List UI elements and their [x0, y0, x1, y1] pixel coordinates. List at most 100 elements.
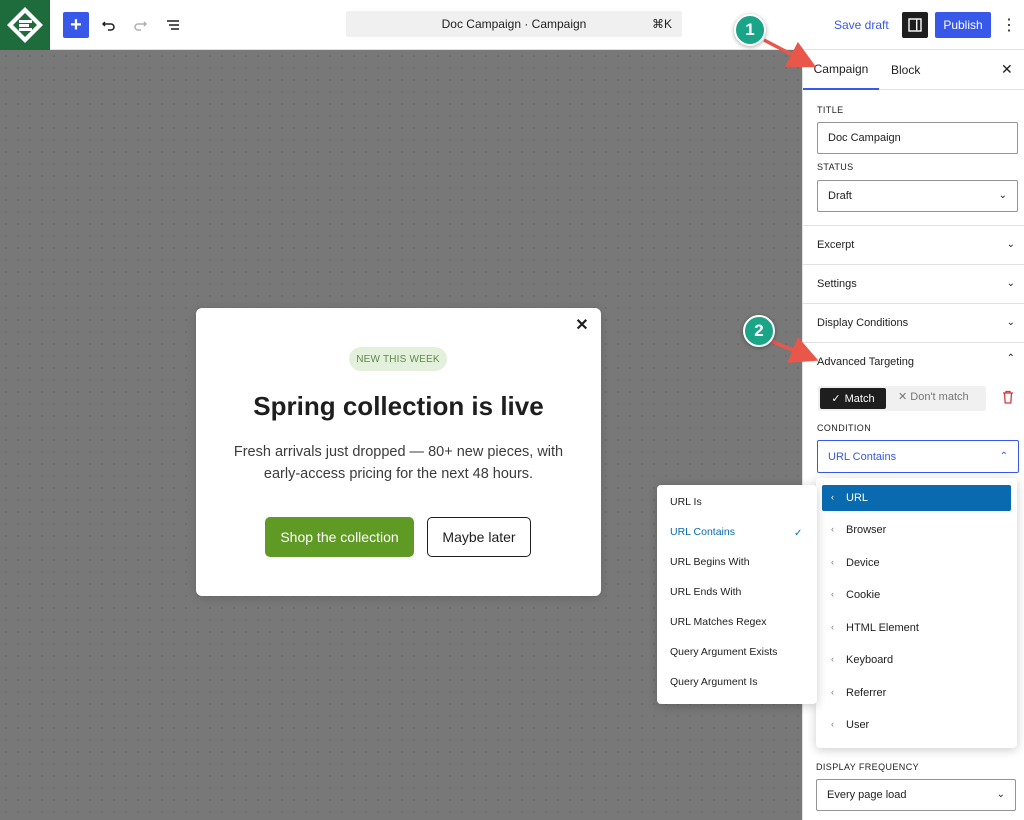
category-label: URL: [846, 492, 869, 504]
popup-badge: NEW THIS WEEK: [349, 347, 447, 371]
chevron-left-icon: ‹: [831, 654, 834, 664]
section-advanced-targeting[interactable]: Advanced Targeting ⌃: [803, 342, 1024, 381]
trash-icon: [1003, 390, 1013, 404]
check-icon: ✓: [794, 528, 803, 539]
section-label: Excerpt: [817, 239, 855, 251]
category-label: Device: [846, 557, 880, 569]
plus-icon: +: [70, 13, 82, 36]
chevron-left-icon: ‹: [831, 687, 834, 697]
section-display-conditions[interactable]: Display Conditions ⌄: [803, 303, 1024, 342]
undo-button[interactable]: [96, 12, 122, 38]
category-referrer[interactable]: ‹ Referrer: [822, 680, 1011, 706]
title-input[interactable]: Doc Campaign: [817, 122, 1018, 154]
dont-match-label: Don't match: [910, 391, 969, 403]
chevron-left-icon: ‹: [831, 524, 834, 534]
category-device[interactable]: ‹ Device: [822, 550, 1011, 576]
save-draft-button[interactable]: Save draft: [826, 12, 897, 38]
close-sidebar-button[interactable]: ✕: [1001, 61, 1013, 78]
popup-close-button[interactable]: ✕: [573, 316, 591, 334]
category-label: Keyboard: [846, 654, 894, 666]
shortcut-hint: ⌘K: [651, 17, 672, 31]
sidebar-icon: [908, 18, 922, 32]
match-label: Match: [844, 392, 875, 405]
status-label: STATUS: [817, 162, 854, 172]
sidebar-tabs: Campaign Block ✕: [803, 50, 1024, 90]
chevron-down-icon: ⌄: [1006, 278, 1015, 289]
condition-query-argument-exists[interactable]: Query Argument Exists: [670, 646, 777, 658]
category-label: Referrer: [846, 687, 887, 699]
document-overview-button[interactable]: [160, 12, 186, 38]
url-condition-submenu: URL Is URL Contains ✓ URL Begins With UR…: [657, 485, 817, 704]
category-html-element[interactable]: ‹ HTML Element: [822, 615, 1011, 641]
category-cookie[interactable]: ‹ Cookie: [822, 582, 1011, 608]
close-icon: ✕: [1001, 61, 1013, 77]
display-frequency-label: DISPLAY FREQUENCY: [816, 762, 919, 772]
section-label: Display Conditions: [817, 317, 909, 329]
category-user[interactable]: ‹ User: [822, 712, 1011, 738]
redo-button[interactable]: [127, 12, 153, 38]
category-keyboard[interactable]: ‹ Keyboard: [822, 647, 1011, 673]
chevron-left-icon: ‹: [831, 719, 834, 729]
tab-block[interactable]: Block: [891, 50, 920, 90]
dont-match-option[interactable]: ✕ Don't match: [898, 390, 969, 403]
condition-select[interactable]: URL Contains ⌃: [817, 440, 1019, 473]
condition-value: URL Contains: [828, 450, 897, 463]
title-label: TITLE: [817, 105, 844, 115]
status-value: Draft: [828, 190, 852, 202]
chevron-left-icon: ‹: [831, 622, 834, 632]
check-icon: ✓: [831, 393, 841, 405]
frequency-value: Every page load: [827, 789, 907, 801]
condition-url-ends-with[interactable]: URL Ends With: [670, 586, 741, 598]
editor-canvas[interactable]: ✕ NEW THIS WEEK Spring collection is liv…: [0, 50, 802, 820]
match-option[interactable]: ✓ Match: [820, 388, 886, 409]
logo-icon: [7, 7, 43, 43]
x-icon: ✕: [898, 391, 911, 403]
condition-category-menu: ‹ URL ‹ Browser ‹ Device ‹ Cookie ‹ HTML Elem…: [816, 478, 1017, 748]
condition-url-begins-with[interactable]: URL Begins With: [670, 556, 750, 568]
chevron-left-icon: ‹: [831, 589, 834, 599]
command-palette-bar[interactable]: Doc Campaign · Campaign ⌘K: [346, 11, 682, 37]
status-select[interactable]: Draft ⌄: [817, 180, 1018, 212]
condition-url-matches-regex[interactable]: URL Matches Regex: [670, 616, 766, 628]
category-label: HTML Element: [846, 622, 919, 634]
redo-icon: [134, 21, 148, 31]
campaign-popup[interactable]: ✕ NEW THIS WEEK Spring collection is liv…: [196, 308, 601, 596]
shop-collection-button[interactable]: Shop the collection: [265, 517, 414, 557]
chevron-down-icon: ⌄: [996, 789, 1005, 800]
tab-campaign[interactable]: Campaign: [803, 50, 879, 90]
popup-text: Fresh arrivals just dropped — 80+ new pi…: [233, 444, 564, 482]
section-label: Settings: [817, 278, 857, 290]
delete-condition-button[interactable]: [1002, 390, 1014, 409]
add-block-button[interactable]: +: [63, 12, 89, 38]
condition-url-is[interactable]: URL Is: [670, 496, 702, 508]
settings-sidebar-toggle[interactable]: [902, 12, 928, 38]
section-settings[interactable]: Settings ⌄: [803, 264, 1024, 303]
popup-title: Spring collection is live: [253, 391, 544, 421]
category-url[interactable]: ‹ URL: [822, 485, 1011, 511]
list-view-icon: [167, 20, 179, 30]
maybe-later-button[interactable]: Maybe later: [427, 517, 531, 557]
chevron-left-icon: ‹: [831, 557, 834, 567]
chevron-up-icon: ⌃: [999, 451, 1008, 462]
document-title: Doc Campaign · Campaign: [441, 17, 587, 31]
undo-icon: [101, 21, 115, 31]
display-frequency-select[interactable]: Every page load ⌄: [816, 779, 1016, 811]
condition-query-argument-is[interactable]: Query Argument Is: [670, 676, 758, 688]
site-logo[interactable]: [0, 0, 50, 50]
chevron-left-icon: ‹: [831, 492, 834, 502]
chevron-down-icon: ⌄: [998, 190, 1007, 201]
options-menu-button[interactable]: ⋮: [1000, 12, 1018, 38]
annotation-marker-1: 1: [734, 14, 766, 46]
annotation-marker-2: 2: [743, 315, 775, 347]
chevron-up-icon: ⌃: [1006, 353, 1015, 364]
condition-label: CONDITION: [817, 423, 872, 433]
category-browser[interactable]: ‹ Browser: [822, 517, 1011, 543]
publish-button[interactable]: Publish: [935, 12, 991, 38]
section-label: Advanced Targeting: [817, 356, 915, 368]
category-label: Browser: [846, 524, 887, 536]
section-excerpt[interactable]: Excerpt ⌄: [803, 225, 1024, 264]
chevron-down-icon: ⌄: [1006, 317, 1015, 328]
close-icon: ✕: [575, 317, 589, 334]
condition-url-contains[interactable]: URL Contains: [670, 526, 735, 538]
chevron-down-icon: ⌄: [1006, 239, 1015, 250]
